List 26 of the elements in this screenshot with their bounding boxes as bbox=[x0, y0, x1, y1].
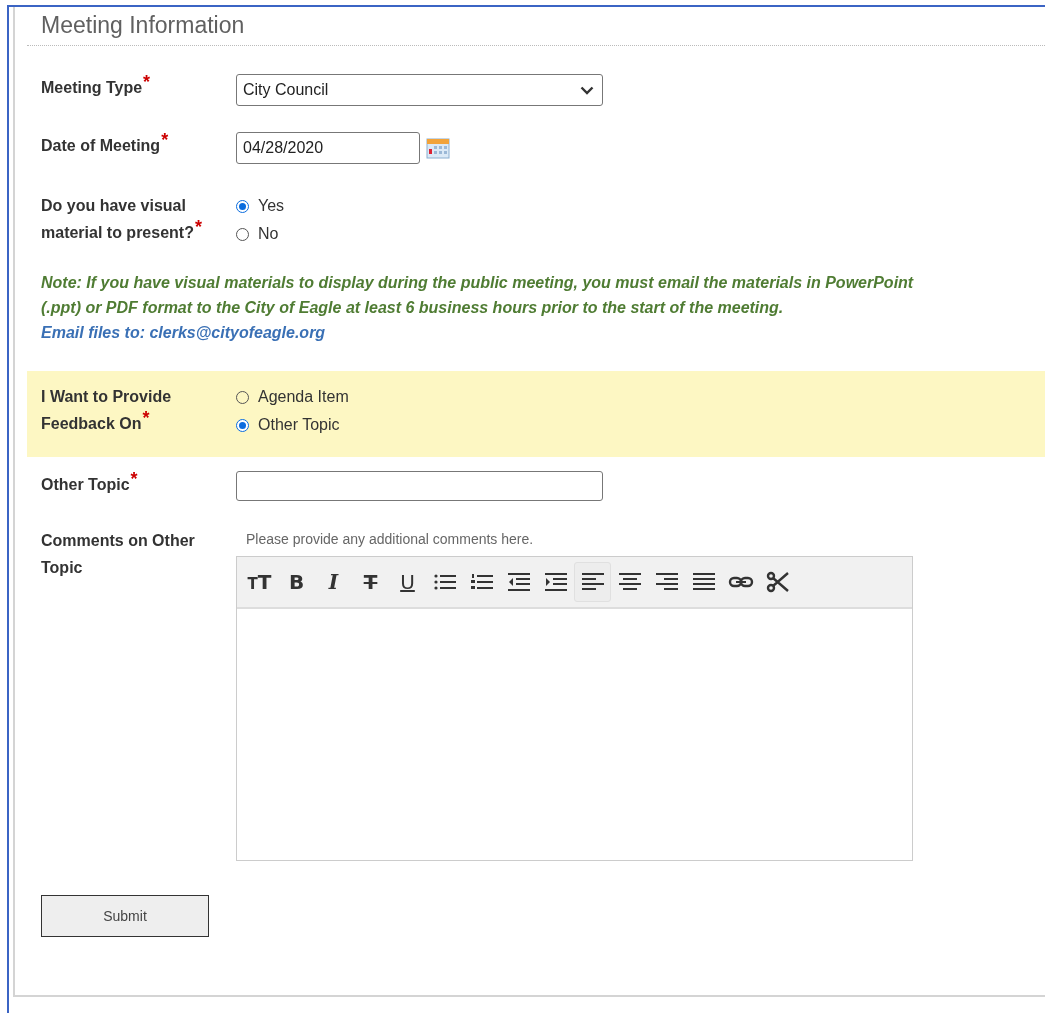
field-label: Comments on Other Topic bbox=[41, 532, 195, 576]
radio-button[interactable] bbox=[236, 418, 249, 432]
underline-button[interactable]: U bbox=[389, 562, 426, 602]
radio-option[interactable]: Yes bbox=[236, 192, 285, 220]
date-field[interactable]: 04/28/2020 bbox=[236, 132, 420, 164]
email-instruction: Email files to: clerks@cityofeagle.org bbox=[41, 323, 327, 343]
calendar-icon[interactable] bbox=[426, 137, 450, 159]
strikethrough-button[interactable]: T bbox=[352, 562, 389, 602]
indent-icon bbox=[542, 570, 569, 594]
submit-button[interactable]: Submit bbox=[41, 895, 209, 937]
italic-button[interactable]: I bbox=[315, 562, 352, 602]
radio-option[interactable]: No bbox=[236, 220, 285, 248]
scissors-icon bbox=[764, 570, 791, 594]
outdent-icon bbox=[505, 570, 532, 594]
dropdown[interactable]: City Council bbox=[236, 74, 603, 106]
radio-option[interactable]: Agenda Item bbox=[236, 383, 349, 411]
note-text: Note: If you have visual materials to display during the public meeting, you must email the materials in PowerPoint (.ppt) or PDF format to the City of Eagle at least 6 business hours prior to the start of the meeting. bbox=[41, 273, 915, 318]
align-left-button[interactable] bbox=[574, 562, 611, 602]
text-size-button[interactable]: TT bbox=[241, 562, 278, 602]
radio-button[interactable] bbox=[236, 199, 249, 213]
section-title: Meeting Information bbox=[40, 11, 246, 39]
text-field[interactable] bbox=[236, 471, 603, 501]
chevron-down-icon bbox=[580, 85, 594, 95]
bold-button[interactable]: B bbox=[278, 562, 315, 602]
hint-text: Please provide any additional comments here. bbox=[245, 530, 535, 549]
radio-option[interactable]: Other Topic bbox=[236, 411, 349, 439]
